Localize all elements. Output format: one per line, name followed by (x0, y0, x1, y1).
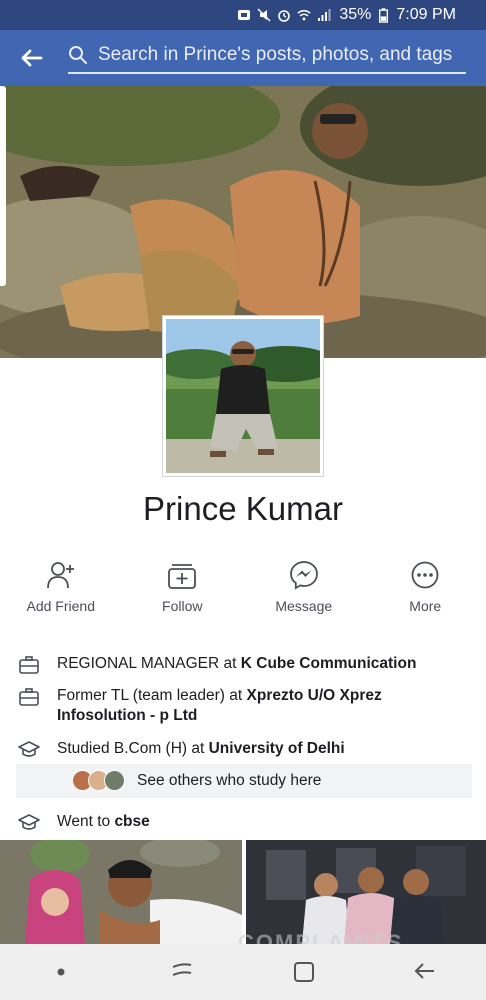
home-button[interactable] (284, 952, 324, 992)
work-former-text: Former TL (team leader) at Xprezto U/O X… (57, 686, 457, 726)
more-label: More (409, 598, 442, 614)
briefcase-icon (18, 686, 40, 708)
status-icons (237, 8, 331, 22)
profile-name: Prince Kumar (143, 490, 343, 527)
profile-actions: Add Friend Follow Message More (0, 560, 486, 620)
search-input[interactable]: Search in Prince's posts, photos, and ta… (68, 38, 466, 74)
battery-icon (379, 7, 389, 23)
alarm-icon (278, 10, 291, 22)
graduation-cap-icon (18, 739, 40, 761)
education-university-text: Studied B.Com (H) at University of Delhi (57, 739, 345, 759)
recent-apps-button[interactable] (162, 952, 202, 992)
add-friend-icon (46, 560, 76, 590)
photos-grid (0, 840, 486, 944)
education-school-name[interactable]: cbse (114, 813, 149, 830)
android-nav-bar (0, 944, 486, 1000)
follow-icon (167, 560, 197, 590)
briefcase-icon (18, 654, 40, 676)
cover-drag-handle (0, 86, 6, 286)
message-label: Message (275, 598, 333, 614)
work-current-employer[interactable]: K Cube Communication (241, 655, 417, 672)
profile-picture-image (166, 319, 320, 473)
education-school-text: Went to cbse (57, 812, 150, 832)
education-university-name[interactable]: University of Delhi (209, 740, 345, 757)
more-icon (410, 560, 440, 590)
education-school-prefix: Went to (57, 813, 115, 830)
recent-apps-icon (172, 963, 192, 976)
photo-thumbnail-image (0, 840, 242, 944)
battery-percent: 35% (339, 6, 372, 23)
education-university-prefix: Studied B.Com (H) at (57, 740, 209, 757)
nav-dot-button[interactable] (41, 952, 81, 992)
back-button[interactable] (0, 30, 64, 86)
search-header: Search in Prince's posts, photos, and ta… (0, 30, 486, 86)
mute-icon (257, 8, 271, 22)
education-row-school: Went to cbse (0, 812, 486, 834)
photo-thumbnail-image (246, 840, 486, 944)
notification-icon (238, 10, 251, 20)
work-current-text: REGIONAL MANAGER at K Cube Communication (57, 654, 416, 674)
status-bar: 35% 7:09 PM (0, 0, 486, 30)
signal-icon (318, 9, 331, 21)
back-nav-button[interactable] (405, 952, 445, 992)
see-others-text: See others who study here (137, 772, 322, 789)
follow-label: Follow (162, 598, 203, 614)
follow-button[interactable]: Follow (122, 560, 244, 620)
see-others-banner[interactable]: See others who study here (16, 764, 472, 798)
profile-picture[interactable] (163, 316, 323, 476)
classmate-avatar (104, 770, 125, 791)
search-icon (69, 46, 87, 64)
work-row-current: REGIONAL MANAGER at K Cube Communication (0, 654, 486, 676)
work-current-prefix: REGIONAL MANAGER at (57, 655, 241, 672)
classmate-avatars (72, 770, 125, 791)
search-placeholder: Search in Prince's posts, photos, and ta… (98, 44, 453, 65)
wifi-icon (297, 10, 311, 21)
add-friend-button[interactable]: Add Friend (0, 560, 122, 620)
photo-thumbnail[interactable] (246, 840, 486, 944)
work-row-former: Former TL (team leader) at Xprezto U/O X… (0, 686, 486, 726)
home-icon (293, 962, 314, 982)
graduation-cap-icon (18, 812, 40, 834)
education-row-university: Studied B.Com (H) at University of Delhi (0, 739, 486, 761)
clock: 7:09 PM (396, 6, 456, 23)
work-former-prefix: Former TL (team leader) at (57, 687, 247, 704)
more-button[interactable]: More (365, 560, 486, 620)
photo-thumbnail[interactable] (0, 840, 242, 944)
messenger-icon (289, 560, 319, 590)
back-nav-icon (414, 963, 435, 979)
dot-icon (57, 968, 65, 976)
message-button[interactable]: Message (243, 560, 365, 620)
add-friend-label: Add Friend (26, 598, 95, 614)
back-arrow-icon (21, 49, 43, 67)
